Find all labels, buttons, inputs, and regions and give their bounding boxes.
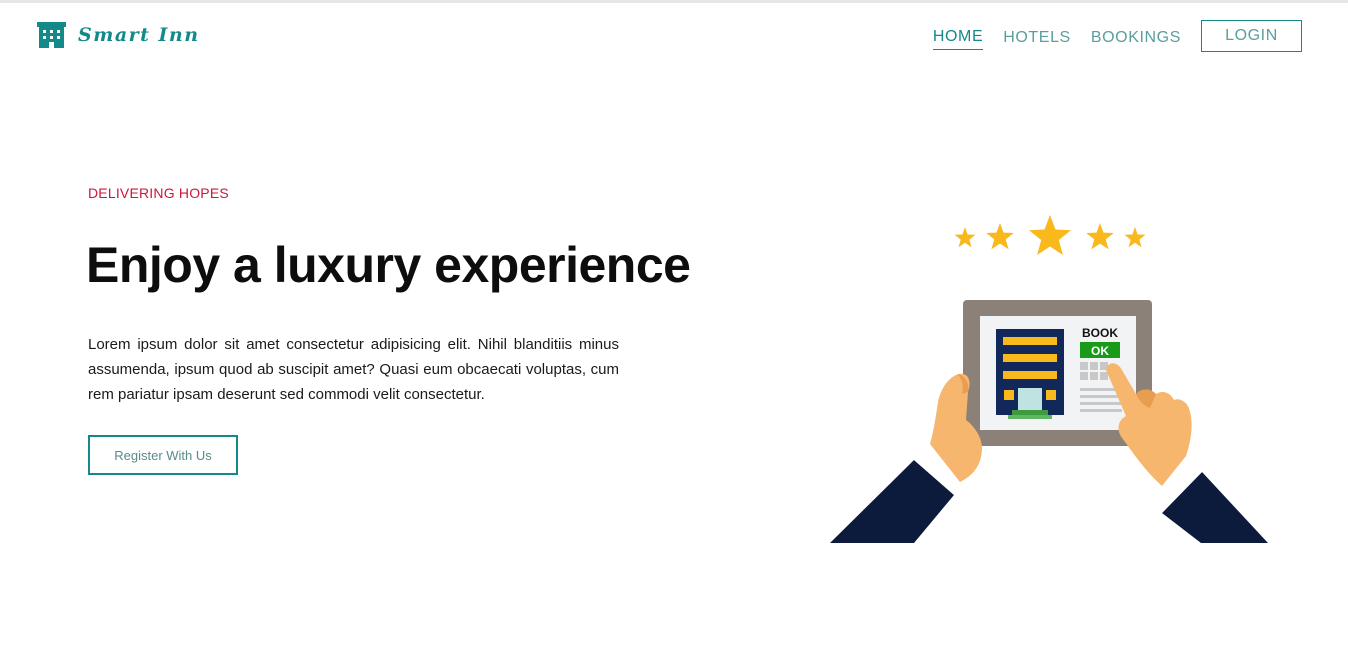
ok-label: OK [1091, 344, 1109, 358]
hotel-booking-illustration: BOOK OK [826, 210, 1272, 550]
star-icon [1124, 227, 1146, 248]
hero-title: Enjoy a luxury experience [86, 237, 691, 293]
brand-name: Smart Inn [78, 24, 200, 46]
nav-link-bookings[interactable]: BOOKINGS [1091, 23, 1181, 50]
star-icon [986, 223, 1014, 250]
navbar: Smart Inn HOME HOTELS BOOKINGS LOGIN [0, 3, 1348, 69]
brand-logo[interactable]: Smart Inn [37, 22, 200, 48]
book-label: BOOK [1082, 326, 1118, 340]
nav-link-hotels[interactable]: HOTELS [1003, 23, 1071, 50]
star-icon [1029, 215, 1071, 255]
register-button[interactable]: Register With Us [88, 435, 238, 475]
hotel-building-icon [37, 22, 66, 48]
screen-hotel-icon [996, 329, 1064, 419]
hero-description: Lorem ipsum dolor sit amet consectetur a… [88, 336, 619, 403]
nav-link-home[interactable]: HOME [932, 22, 984, 50]
rating-stars [954, 215, 1146, 255]
star-icon [1086, 223, 1114, 250]
hero-eyebrow: DELIVERING HOPES [88, 185, 229, 201]
login-button[interactable]: LOGIN [1201, 20, 1302, 52]
nav-menu: HOME HOTELS BOOKINGS LOGIN [913, 20, 1302, 52]
star-icon [954, 227, 976, 248]
